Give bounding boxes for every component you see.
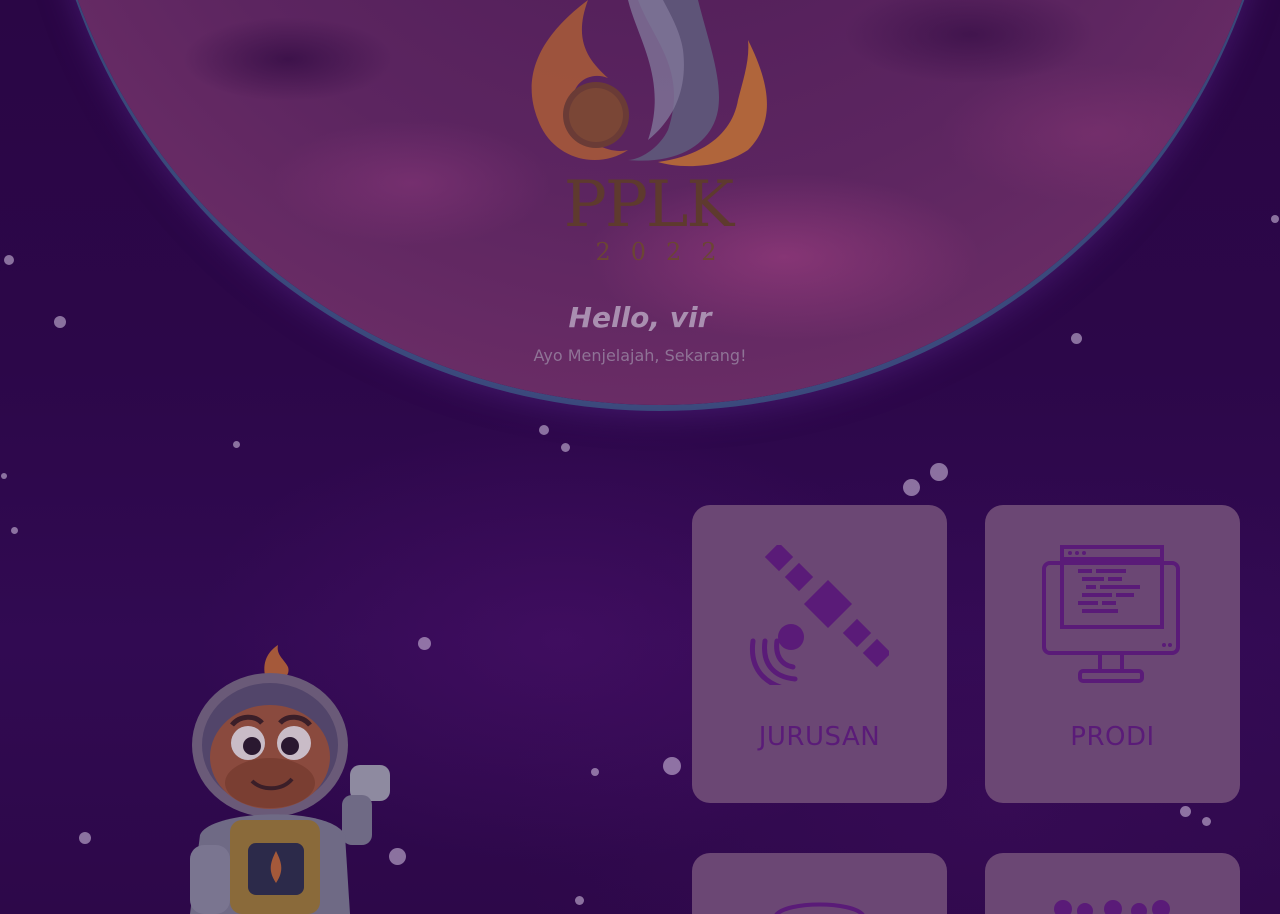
jurusan-card[interactable]: JURUSAN — [692, 505, 947, 803]
logo-year: 2022 — [595, 238, 737, 266]
people-icon — [1054, 900, 1170, 914]
astronaut-mascot-icon — [190, 645, 390, 914]
computer-monitor-icon — [1042, 545, 1180, 683]
logo-title: PPLK — [563, 168, 734, 242]
flame-logo-icon — [531, 0, 767, 167]
welcome-subtitle: Ayo Menjelajah, Sekarang! — [533, 346, 747, 365]
pplk-logo: PPLK 2022 — [518, 0, 778, 270]
greeting-text: Hello, vir — [568, 301, 712, 334]
jurusan-label: JURUSAN — [758, 722, 881, 752]
page: PPLK 2022 Hello, vir Ayo Menjelajah, Sek… — [0, 0, 1280, 914]
menu-card-4[interactable] — [985, 853, 1240, 914]
prodi-label: PRODI — [1070, 722, 1155, 752]
globe-icon — [774, 902, 865, 914]
satellite-icon — [749, 545, 889, 685]
prodi-card[interactable]: PRODI — [985, 505, 1240, 803]
astronaut-mascot — [170, 645, 400, 914]
menu-card-3[interactable] — [692, 853, 947, 914]
